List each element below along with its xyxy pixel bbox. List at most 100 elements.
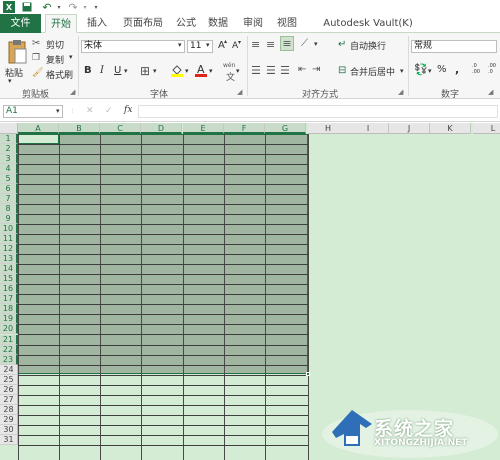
align-center-icon[interactable]: ☰ xyxy=(266,64,276,77)
row-header-31[interactable]: 31 xyxy=(0,434,18,445)
tab-home[interactable]: 开始 xyxy=(45,14,77,33)
copy-dropdown-icon[interactable]: ▾ xyxy=(69,53,73,61)
column-header-b[interactable]: B xyxy=(59,123,100,134)
decrease-decimal-button[interactable]: .00 .0 xyxy=(488,63,500,75)
row-header-30[interactable]: 30 xyxy=(0,424,18,435)
border-dropdown-icon[interactable]: ▾ xyxy=(153,67,157,75)
align-right-icon[interactable]: ☰ xyxy=(280,64,290,77)
phonetic-icon[interactable]: 文 xyxy=(226,70,235,83)
percent-button[interactable]: % xyxy=(437,64,447,75)
merge-dropdown-icon[interactable]: ▾ xyxy=(400,67,404,75)
tab-insert[interactable]: 插入 xyxy=(82,14,112,33)
tab-autodesk-vault[interactable]: Autodesk Vault(K) xyxy=(309,14,427,33)
row-header-2[interactable]: 2 xyxy=(0,144,18,154)
row-header-14[interactable]: 14 xyxy=(0,264,18,274)
row-header-5[interactable]: 5 xyxy=(0,174,18,184)
formula-input[interactable] xyxy=(138,105,498,118)
formula-bar-handle-icon[interactable]: ⋮ xyxy=(70,108,75,114)
accounting-format-icon[interactable]: 💱 xyxy=(414,63,428,76)
select-all-corner[interactable] xyxy=(0,123,18,134)
column-header-e[interactable]: E xyxy=(183,123,224,134)
row-header-15[interactable]: 15 xyxy=(0,274,18,284)
clipboard-launcher-icon[interactable]: ◢ xyxy=(70,88,75,96)
name-box-dropdown-icon[interactable]: ▾ xyxy=(56,107,60,115)
row-header-21[interactable]: 21 xyxy=(0,334,18,345)
row-header-26[interactable]: 26 xyxy=(0,384,18,395)
wrap-text-button[interactable]: 自动换行 xyxy=(350,39,386,52)
redo-icon[interactable]: ↷ xyxy=(66,1,80,14)
column-header-g[interactable]: G xyxy=(265,123,306,134)
row-header-28[interactable]: 28 xyxy=(0,404,18,415)
align-left-icon[interactable]: ☰ xyxy=(251,64,261,77)
row-header-25[interactable]: 25 xyxy=(0,374,18,385)
font-name-select[interactable]: 宋体 xyxy=(81,40,185,53)
tab-page-layout[interactable]: 页面布局 xyxy=(116,14,170,33)
row-header-1[interactable]: 1 xyxy=(0,134,18,144)
save-icon[interactable] xyxy=(21,1,33,13)
underline-dropdown-icon[interactable]: ▾ xyxy=(124,67,128,75)
fill-color-dropdown-icon[interactable]: ▾ xyxy=(185,67,189,75)
redo-dropdown-icon[interactable]: ▾ xyxy=(81,1,89,13)
undo-icon[interactable]: ↶ xyxy=(40,1,54,14)
tab-file[interactable]: 文件 xyxy=(0,14,41,33)
tab-data[interactable]: 数据 xyxy=(204,14,232,33)
row-header-27[interactable]: 27 xyxy=(0,394,18,405)
merge-center-button[interactable]: 合并后居中 xyxy=(350,65,395,78)
row-header-18[interactable]: 18 xyxy=(0,304,18,314)
row-header-12[interactable]: 12 xyxy=(0,244,18,254)
increase-decimal-button[interactable]: .0 .00 xyxy=(472,63,486,75)
row-header-16[interactable]: 16 xyxy=(0,284,18,294)
number-format-select[interactable]: 常规 xyxy=(411,40,497,53)
row-header-19[interactable]: 19 xyxy=(0,314,18,324)
underline-button[interactable]: U xyxy=(114,65,121,76)
column-header-a[interactable]: A xyxy=(18,123,59,134)
font-name-dropdown-icon[interactable]: ▾ xyxy=(178,41,182,49)
row-header-29[interactable]: 29 xyxy=(0,414,18,425)
fill-color-icon[interactable] xyxy=(170,63,184,77)
orientation-icon[interactable]: ⟋ xyxy=(301,38,308,49)
font-color-icon[interactable]: A xyxy=(194,63,208,77)
column-header-h[interactable]: H xyxy=(308,123,349,134)
row-header-17[interactable]: 17 xyxy=(0,294,18,304)
column-header-f[interactable]: F xyxy=(224,123,265,134)
row-header-24[interactable]: 24 xyxy=(0,364,18,375)
font-size-dropdown-icon[interactable]: ▾ xyxy=(206,41,210,49)
tab-review[interactable]: 审阅 xyxy=(239,14,267,33)
cancel-icon[interactable]: ✕ xyxy=(86,106,94,116)
cut-button[interactable]: 剪切 xyxy=(46,38,64,51)
row-header-9[interactable]: 9 xyxy=(0,214,18,224)
border-icon[interactable]: ⊞ xyxy=(140,64,150,78)
decrease-indent-icon[interactable]: ⇤ xyxy=(298,64,306,75)
enter-icon[interactable]: ✓ xyxy=(105,106,113,116)
align-bottom-icon[interactable]: ≡ xyxy=(280,36,294,51)
orientation-dropdown-icon[interactable]: ▾ xyxy=(314,40,318,48)
row-header-6[interactable]: 6 xyxy=(0,184,18,194)
copy-button[interactable]: 复制 xyxy=(46,53,64,66)
row-header-3[interactable]: 3 xyxy=(0,154,18,164)
name-box[interactable]: A1 xyxy=(3,105,63,118)
format-painter-button[interactable]: 格式刷 xyxy=(46,68,73,81)
bold-button[interactable]: B xyxy=(84,65,92,76)
increase-indent-icon[interactable]: ⇥ xyxy=(312,64,320,75)
paste-icon[interactable] xyxy=(5,37,29,67)
column-header-i[interactable]: I xyxy=(348,123,389,134)
font-launcher-icon[interactable]: ◢ xyxy=(237,88,242,96)
column-header-j[interactable]: J xyxy=(389,123,430,134)
row-header-13[interactable]: 13 xyxy=(0,254,18,264)
row-header-7[interactable]: 7 xyxy=(0,194,18,204)
alignment-launcher-icon[interactable]: ◢ xyxy=(398,88,403,96)
column-header-d[interactable]: D xyxy=(141,123,182,134)
italic-button[interactable]: I xyxy=(100,65,104,76)
column-header-k[interactable]: K xyxy=(430,123,471,134)
tab-view[interactable]: 视图 xyxy=(273,14,301,33)
undo-dropdown-icon[interactable]: ▾ xyxy=(55,1,63,13)
font-color-dropdown-icon[interactable]: ▾ xyxy=(209,67,213,75)
number-launcher-icon[interactable]: ◢ xyxy=(488,88,493,96)
customize-qa-icon[interactable]: ▾ xyxy=(92,1,100,13)
column-header-c[interactable]: C xyxy=(100,123,141,134)
phonetic-dropdown-icon[interactable]: ▾ xyxy=(236,67,240,75)
tab-formulas[interactable]: 公式 xyxy=(172,14,200,33)
comma-button[interactable]: , xyxy=(455,63,459,76)
column-header-l[interactable]: L xyxy=(473,123,500,134)
accounting-dropdown-icon[interactable]: ▾ xyxy=(428,67,432,75)
